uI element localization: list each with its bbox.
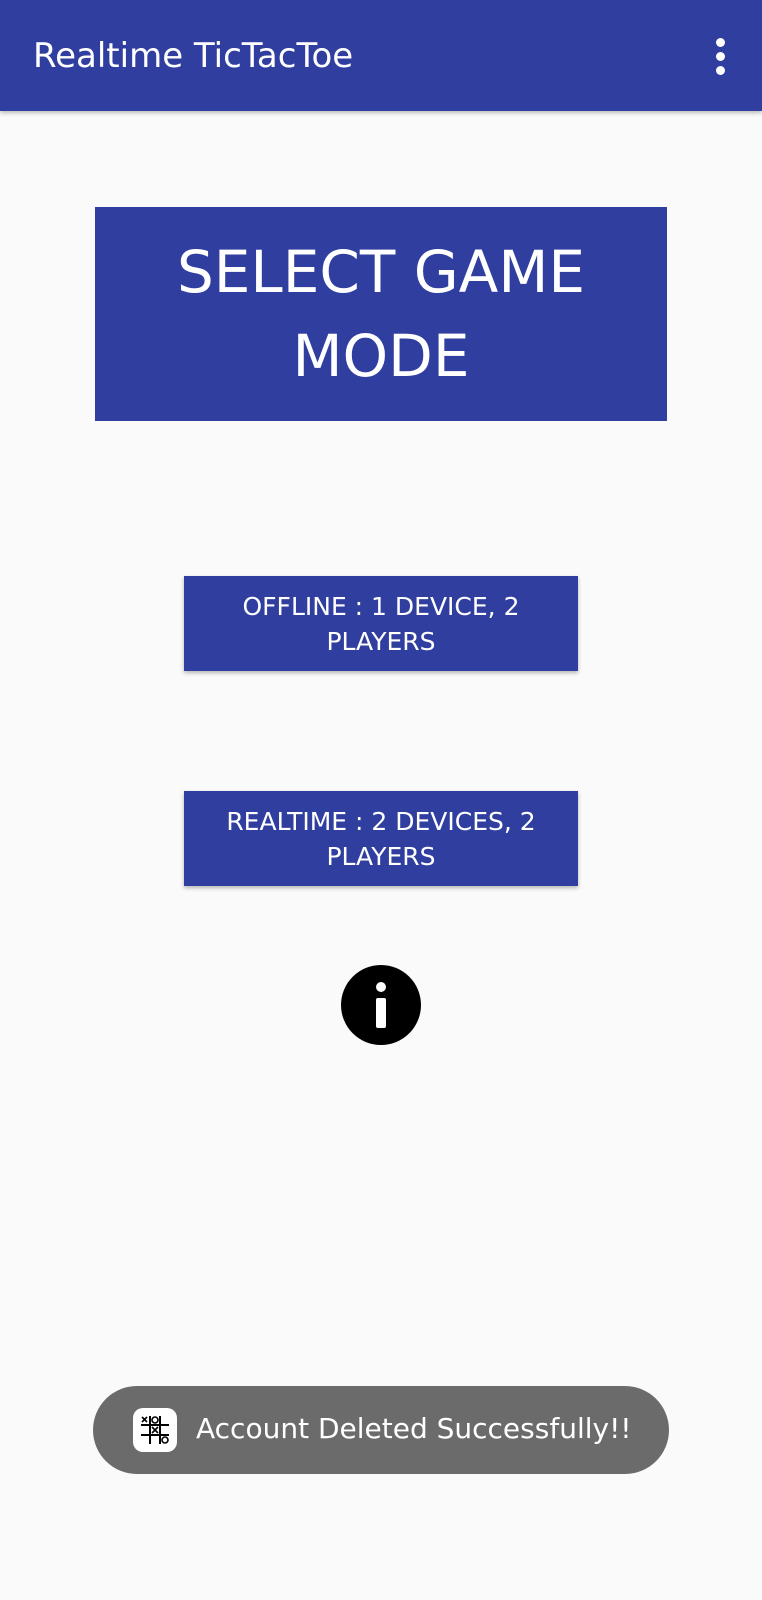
more-vert-icon[interactable] — [700, 32, 740, 80]
toast-notification: Account Deleted Successfully!! — [93, 1386, 669, 1474]
tictactoe-app-icon — [133, 1408, 177, 1452]
menu-dot — [715, 37, 725, 47]
toast-message: Account Deleted Successfully!! — [196, 1412, 632, 1445]
app-bar: Realtime TicTacToe — [0, 0, 762, 111]
info-icon-stem — [376, 998, 386, 1028]
select-game-mode-banner: SELECT GAME MODE — [95, 207, 667, 421]
menu-dot — [715, 51, 725, 61]
app-title: Realtime TicTacToe — [33, 36, 354, 76]
page-title: SELECT GAME MODE — [176, 238, 586, 390]
offline-mode-label: OFFLINE : 1 DEVICE, 2 PLAYERS — [242, 591, 520, 656]
realtime-mode-label: REALTIME : 2 DEVICES, 2 PLAYERS — [226, 806, 536, 871]
realtime-mode-button[interactable]: REALTIME : 2 DEVICES, 2 PLAYERS — [184, 791, 578, 886]
menu-dot — [715, 65, 725, 75]
tictactoe-grid-icon — [141, 1416, 169, 1444]
info-icon-dot — [376, 982, 386, 992]
offline-mode-button[interactable]: OFFLINE : 1 DEVICE, 2 PLAYERS — [184, 576, 578, 671]
info-icon[interactable] — [341, 965, 421, 1045]
